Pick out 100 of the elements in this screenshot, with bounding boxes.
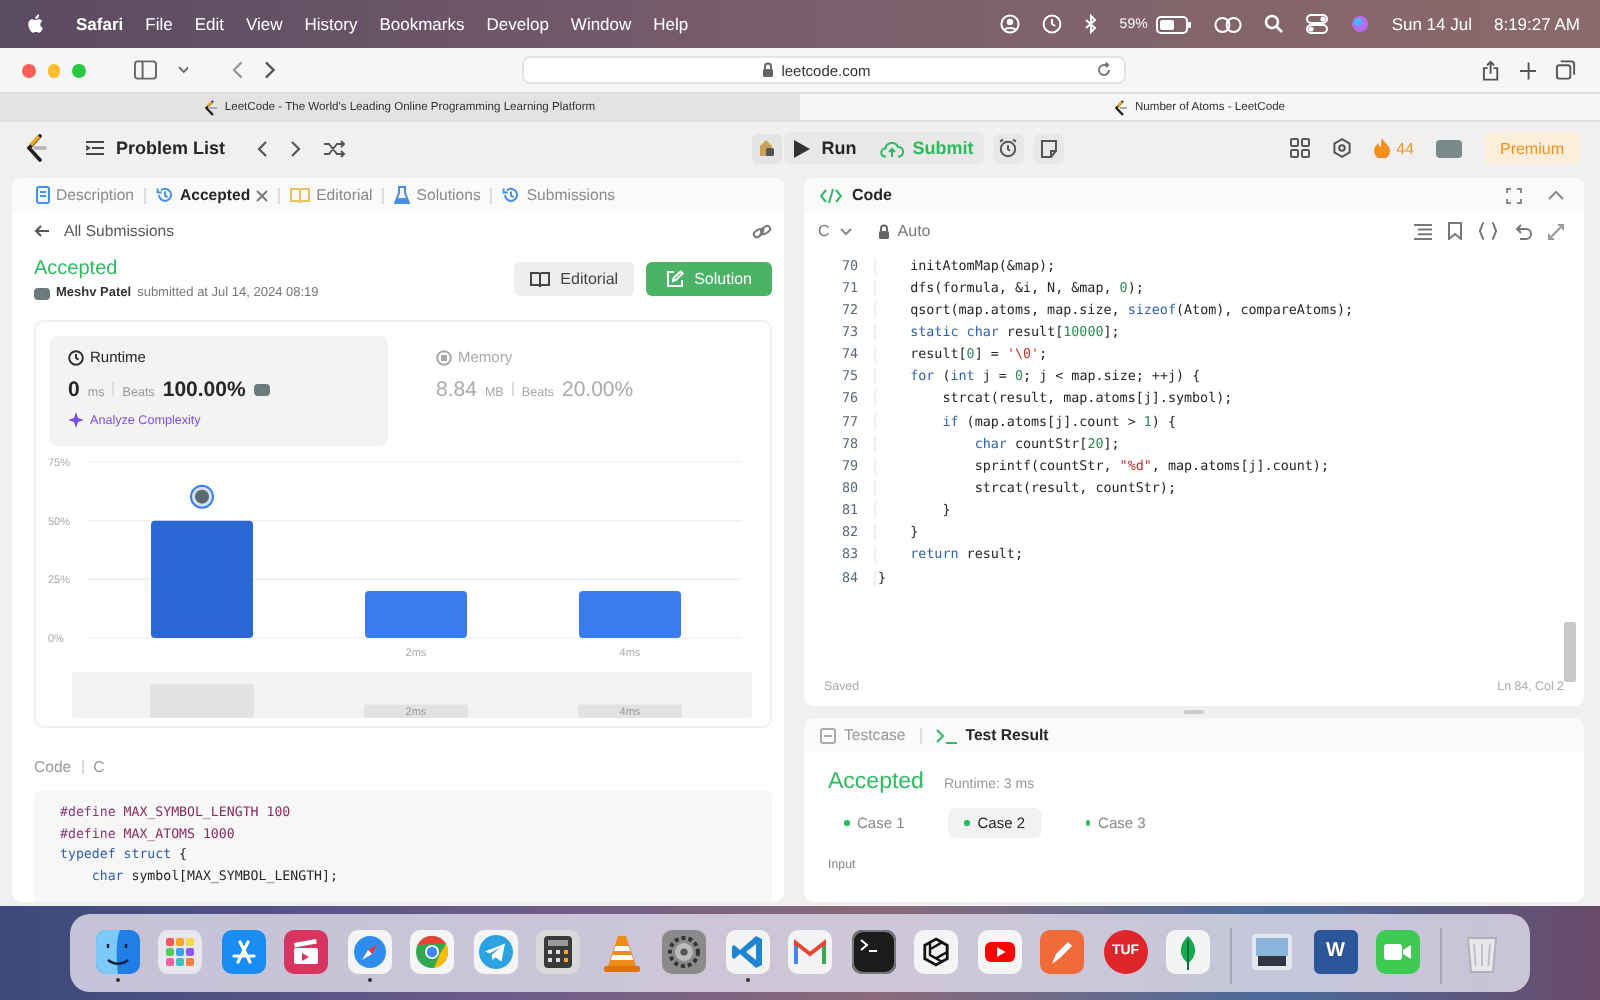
flask-icon (394, 186, 411, 204)
tricolor-circle-icon[interactable] (410, 929, 455, 974)
compass-icon[interactable] (347, 929, 392, 974)
menu-item[interactable]: History (304, 14, 358, 34)
search-icon[interactable] (1263, 14, 1284, 34)
beats-percent: 100.00% (162, 378, 246, 402)
beats-percent: 20.00% (562, 378, 634, 402)
panel-title: Code (852, 186, 892, 204)
site-logo-icon (1114, 99, 1129, 115)
tabs-overview-icon[interactable] (1556, 60, 1576, 80)
scrollbar-thumb[interactable] (1564, 622, 1576, 682)
avatar-placeholder (34, 287, 50, 299)
menu-app-name[interactable]: Safari (76, 14, 124, 34)
alarm-clock-button[interactable] (993, 133, 1024, 163)
result-status: Accepted (828, 770, 924, 794)
pen-icon[interactable] (1040, 929, 1085, 974)
assistant-orb-icon[interactable] (1349, 14, 1370, 34)
code-editor-icon[interactable] (725, 929, 770, 974)
avatar-placeholder[interactable] (1435, 139, 1462, 157)
run-button[interactable]: Run (793, 138, 857, 158)
close-icon[interactable] (256, 189, 269, 201)
link-icon[interactable] (1213, 15, 1242, 33)
language-dropdown[interactable]: C (818, 222, 852, 240)
menu-time: 8:19:27 AM (1493, 14, 1580, 34)
gear-icon[interactable] (662, 929, 707, 974)
user-icon[interactable] (999, 14, 1020, 34)
bluetooth-icon[interactable] (1083, 14, 1098, 34)
clock-icon (68, 349, 84, 365)
play-button-icon[interactable] (977, 929, 1022, 974)
format-icon[interactable] (1414, 223, 1432, 239)
cloud-upload-icon (880, 139, 905, 157)
history-icon (156, 186, 174, 204)
editorial-button[interactable]: Editorial (514, 262, 635, 296)
avatar-marker-icon (190, 484, 214, 509)
clock-icon[interactable] (1041, 14, 1062, 34)
flame-icon (1374, 138, 1391, 158)
submission-status: Accepted (34, 258, 120, 280)
layout-grid-icon[interactable] (1290, 138, 1311, 158)
smiling-face-icon[interactable] (95, 929, 140, 974)
note-button[interactable] (1033, 133, 1064, 163)
app-grid-icon[interactable] (158, 929, 203, 974)
arrow-left-icon (34, 224, 50, 238)
book-icon (290, 187, 311, 203)
bookmark-icon[interactable] (1448, 222, 1462, 240)
menu-item[interactable]: View (245, 14, 283, 34)
menu-date: Sun 14 Jul (1391, 14, 1472, 34)
chip-icon (436, 349, 452, 365)
menu-item[interactable]: Window (570, 14, 632, 34)
apple-icon[interactable] (26, 14, 44, 34)
avatar-placeholder (253, 384, 270, 396)
previous-icon[interactable] (255, 139, 268, 157)
chevron-up-icon[interactable] (1548, 190, 1564, 200)
paper-plane-icon[interactable] (473, 929, 518, 974)
menu-item[interactable]: Help (653, 14, 689, 34)
shuffle-icon[interactable] (323, 139, 346, 157)
metric-value: 0 (68, 378, 80, 402)
undo-icon[interactable] (1514, 222, 1532, 240)
app-store-icon[interactable] (221, 929, 266, 974)
reload-icon[interactable] (1096, 62, 1113, 78)
menu-item[interactable]: Edit (194, 14, 224, 34)
history-icon (502, 186, 521, 204)
leaf-icon[interactable] (1166, 929, 1211, 974)
problem-list-button[interactable]: Problem List (86, 138, 226, 158)
menu-item[interactable]: File (145, 14, 173, 34)
menu-item[interactable]: Develop (486, 14, 549, 34)
document-logo[interactable]: W (1313, 929, 1358, 974)
photo-icon[interactable] (1250, 929, 1295, 974)
lock-icon (877, 223, 890, 239)
battery-icon[interactable] (1155, 15, 1192, 33)
link-icon[interactable] (752, 223, 772, 239)
forward-icon[interactable] (264, 60, 276, 80)
book-icon (530, 271, 551, 287)
menu-item[interactable]: Bookmarks (379, 14, 465, 34)
sparkle-icon (68, 412, 84, 428)
metric-value: 8.84 (436, 378, 477, 402)
expand-icon[interactable] (1548, 223, 1564, 239)
settings-icon[interactable] (1332, 138, 1353, 158)
new-tab-icon[interactable] (1519, 61, 1537, 79)
debug-button[interactable] (751, 133, 782, 163)
sidebar-icon[interactable] (134, 60, 158, 80)
calculator-icon[interactable] (536, 929, 581, 974)
fullscreen-icon[interactable] (1506, 187, 1522, 203)
site-logo-icon[interactable] (24, 134, 48, 162)
next-icon[interactable] (289, 139, 302, 157)
note-icon (1039, 139, 1058, 157)
toggles-icon[interactable] (1305, 14, 1328, 34)
braces-icon[interactable] (1478, 222, 1498, 240)
back-icon[interactable] (232, 60, 244, 80)
site-logo-icon (204, 99, 219, 115)
alarm-clock-icon (998, 138, 1019, 158)
clapperboard-icon[interactable] (284, 929, 329, 974)
close-button[interactable] (22, 63, 36, 77)
auto-mode-toggle[interactable]: Auto (877, 222, 931, 240)
mail-icon[interactable] (788, 929, 833, 974)
lock-icon (761, 62, 774, 78)
chevron-down-icon (839, 227, 852, 235)
knot-icon[interactable] (914, 929, 959, 974)
terminal-icon[interactable] (851, 929, 896, 974)
chevron-down-icon[interactable] (177, 66, 189, 74)
share-icon[interactable] (1482, 59, 1500, 81)
